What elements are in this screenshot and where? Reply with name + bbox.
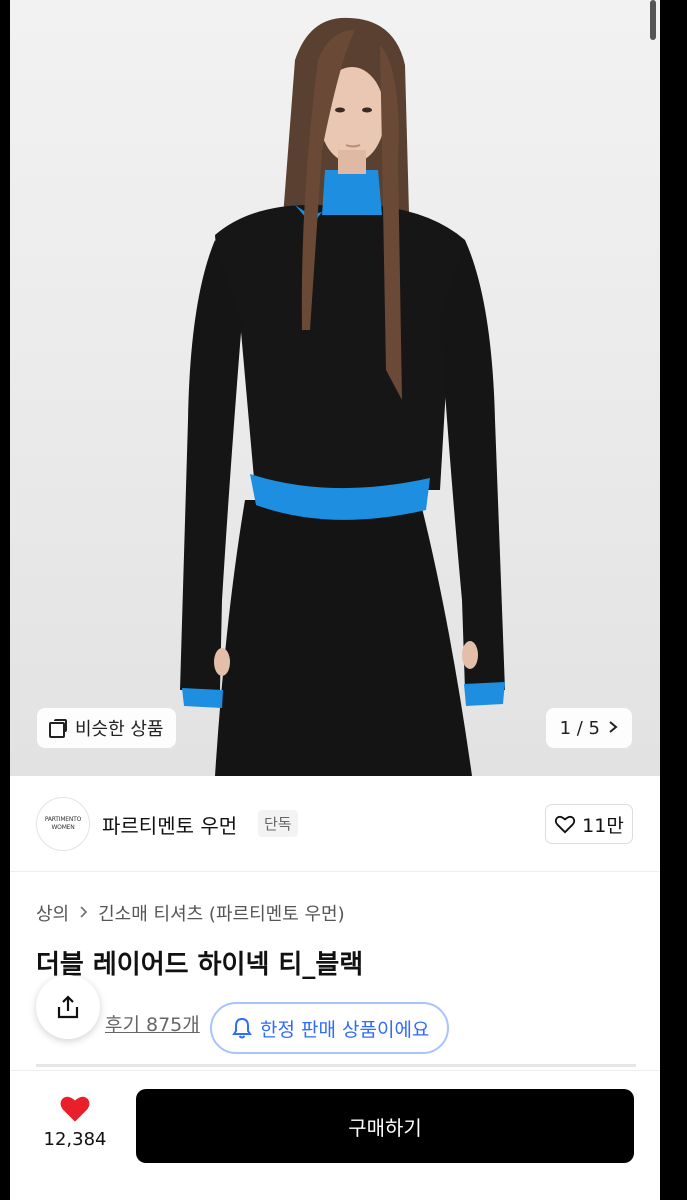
bottom-action-bar: 12,384 구매하기 <box>10 1070 660 1200</box>
brand-logo-line2: WOMEN <box>51 824 75 831</box>
chevron-right-icon <box>608 718 618 739</box>
product-title: 더블 레이어드 하이넥 티_블랙 <box>36 950 364 980</box>
scrollbar[interactable] <box>650 0 656 40</box>
brand-like-button[interactable]: 11만 <box>545 804 633 844</box>
heart-outline-icon <box>555 815 576 834</box>
share-icon <box>57 995 79 1019</box>
model-photo <box>180 17 505 776</box>
wishlist-count: 12,384 <box>43 1129 107 1150</box>
page-counter-text: 1 / 5 <box>559 717 600 739</box>
brand-logo-line1: PARTIMENTO <box>44 816 82 823</box>
brand-like-count: 11만 <box>582 814 624 837</box>
similar-products-button[interactable]: 비슷한 상품 <box>37 708 176 748</box>
chevron-right-icon <box>79 903 88 924</box>
reviews-link[interactable]: 후기 875개 <box>105 1010 200 1037</box>
similar-icon <box>49 719 67 738</box>
breadcrumb: 상의 긴소매 티셔츠 (파르티멘토 우먼) <box>36 900 345 926</box>
image-page-counter[interactable]: 1 / 5 <box>545 708 632 748</box>
brand-name[interactable]: 파르티멘토 우먼 <box>102 810 237 839</box>
brand-row: PARTIMENTO WOMEN 파르티멘토 우먼 단독 11만 <box>10 776 660 872</box>
limited-sale-label: 한정 판매 상품이에요 <box>260 1018 430 1041</box>
wishlist-button[interactable]: 12,384 <box>38 1093 112 1150</box>
similar-label: 비슷한 상품 <box>75 719 164 740</box>
buy-button[interactable]: 구매하기 <box>136 1089 634 1163</box>
product-screen: 비슷한 상품 1 / 5 PARTIMENTO WOMEN 파르티멘토 우먼 단… <box>10 0 660 1200</box>
product-image[interactable]: 비슷한 상품 1 / 5 <box>10 0 660 776</box>
breadcrumb-category[interactable]: 상의 <box>36 900 69 926</box>
heart-filled-icon <box>60 1096 90 1122</box>
exclusive-badge: 단독 <box>258 810 298 837</box>
divider <box>36 1064 636 1067</box>
breadcrumb-subcategory[interactable]: 긴소매 티셔츠 (파르티멘토 우먼) <box>98 900 345 926</box>
share-button[interactable] <box>36 975 100 1039</box>
limited-sale-badge: 한정 판매 상품이에요 <box>210 1002 450 1054</box>
brand-logo[interactable]: PARTIMENTO WOMEN <box>36 797 90 851</box>
bell-icon <box>232 1017 252 1039</box>
